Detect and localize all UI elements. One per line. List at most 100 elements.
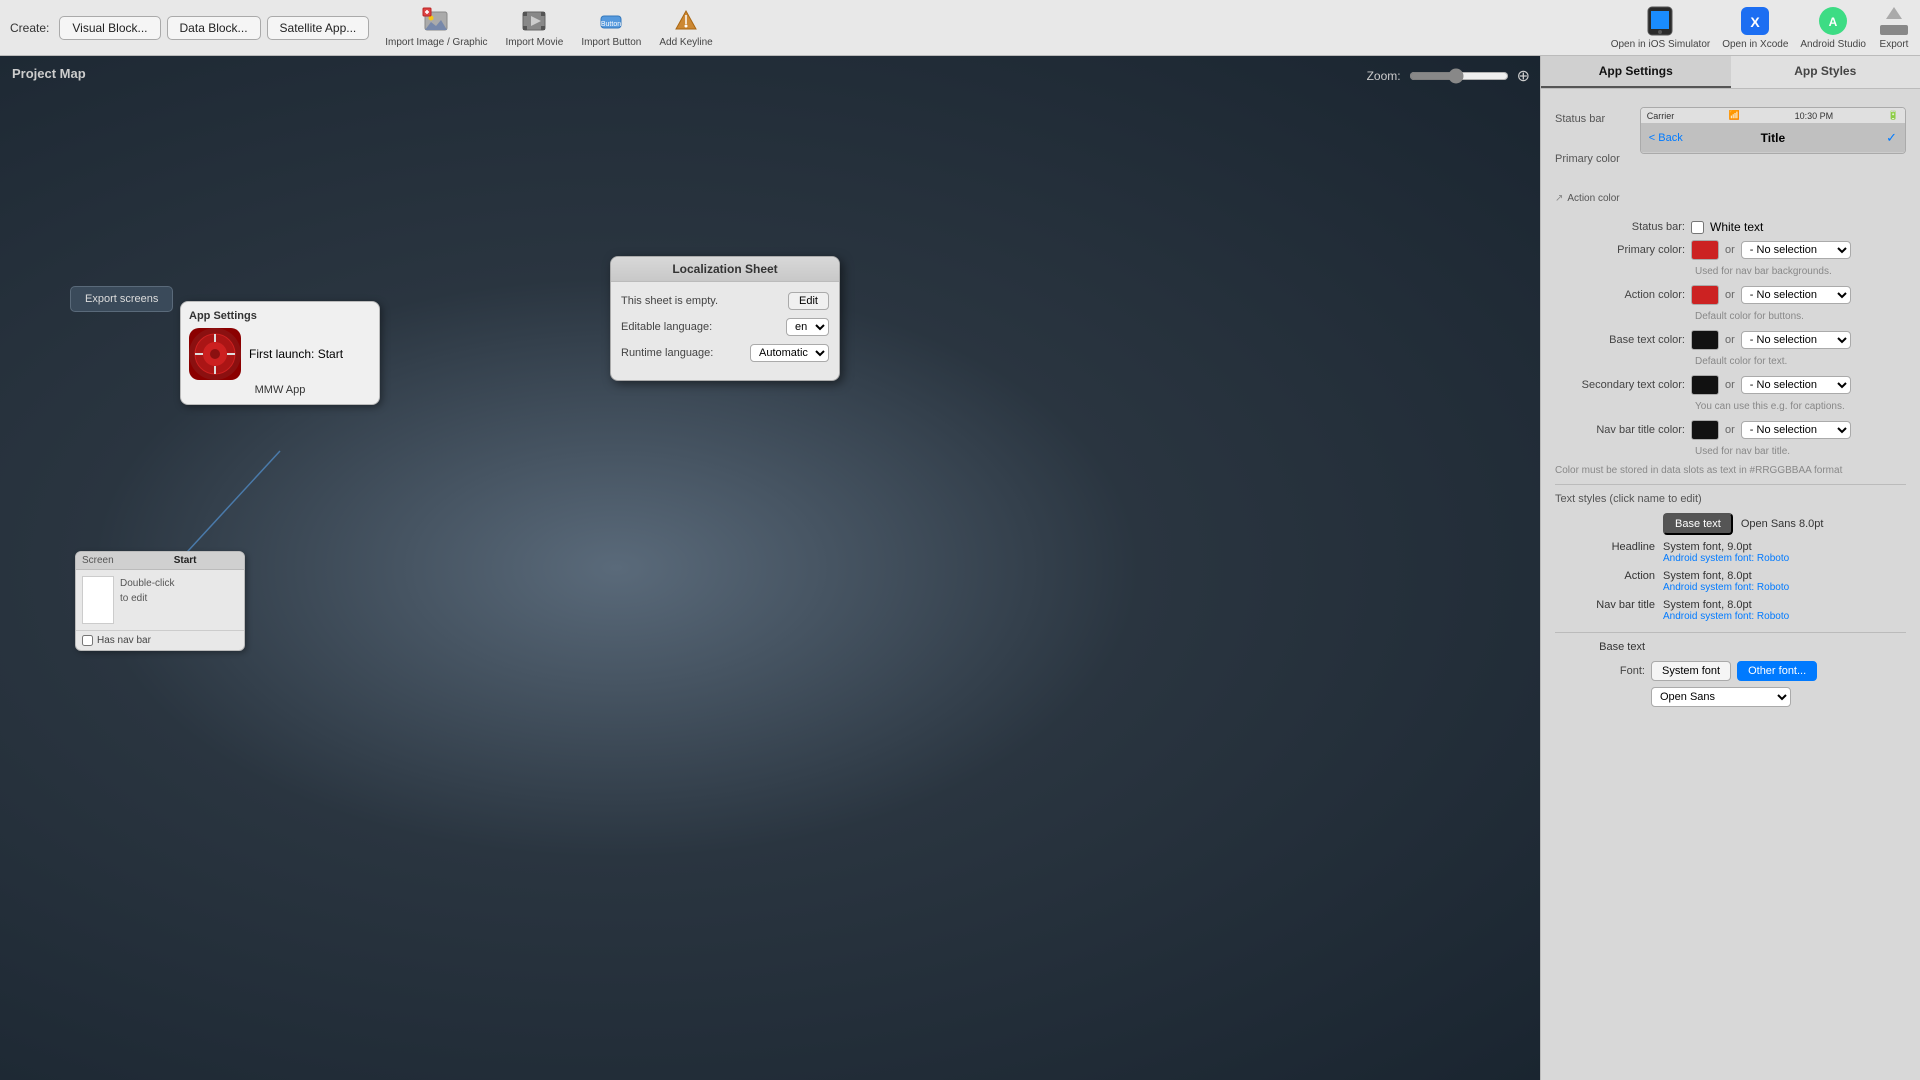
secondary-text-color-row: Secondary text color: or - No selection bbox=[1555, 375, 1906, 395]
nav-bar-title-color-row: Nav bar title color: or - No selection bbox=[1555, 420, 1906, 440]
screen-type-label: Screen bbox=[82, 555, 114, 566]
ios-battery: 🔋 bbox=[1888, 110, 1899, 121]
nav-bar-title-hint2: Color must be stored in data slots as te… bbox=[1555, 465, 1906, 476]
visual-block-button[interactable]: Visual Block... bbox=[59, 16, 160, 40]
ios-time: 10:30 PM bbox=[1795, 111, 1834, 121]
import-image-button[interactable]: Import Image / Graphic bbox=[385, 7, 487, 48]
primary-color-section-label: Primary color: bbox=[1555, 244, 1685, 256]
nav-bar-title-color-swatch[interactable] bbox=[1691, 420, 1719, 440]
import-button-label: Import Button bbox=[581, 37, 641, 48]
ios-nav-title: Title bbox=[1761, 131, 1785, 145]
action-color-select[interactable]: - No selection bbox=[1741, 286, 1851, 304]
secondary-text-hint: You can use this e.g. for captions. bbox=[1695, 401, 1906, 412]
font-select-row: Open Sans bbox=[1555, 687, 1906, 707]
open-ios-label: Open in iOS Simulator bbox=[1611, 39, 1711, 50]
nav-bar-title-style-font-info: System font, 8.0pt Android system font: … bbox=[1663, 599, 1789, 622]
other-font-button[interactable]: Other font... bbox=[1737, 661, 1817, 681]
export-button[interactable]: Export bbox=[1878, 5, 1910, 50]
ios-back-button: < Back bbox=[1649, 132, 1683, 144]
localization-dialog[interactable]: Localization Sheet This sheet is empty. … bbox=[610, 256, 840, 381]
nav-bar-title-select[interactable]: - No selection bbox=[1741, 421, 1851, 439]
screen-preview bbox=[82, 576, 114, 624]
app-settings-node-content: First launch: Start bbox=[189, 328, 371, 380]
import-movie-label: Import Movie bbox=[506, 37, 564, 48]
import-image-label: Import Image / Graphic bbox=[385, 37, 487, 48]
has-nav-bar-checkbox[interactable] bbox=[82, 635, 93, 646]
base-text-style-row: Base text Open Sans 8.0pt bbox=[1555, 513, 1906, 535]
white-text-label: White text bbox=[1710, 220, 1763, 234]
screen-node-footer: Has nav bar bbox=[76, 630, 244, 650]
nav-bar-title-style-name[interactable]: Nav bar title bbox=[1555, 599, 1655, 611]
add-keyline-label: Add Keyline bbox=[659, 37, 712, 48]
secondary-text-label: Secondary text color: bbox=[1555, 379, 1685, 391]
headline-style-name[interactable]: Headline bbox=[1555, 541, 1655, 553]
app-settings-node-title: App Settings bbox=[189, 310, 371, 322]
text-styles-title: Text styles (click name to edit) bbox=[1555, 493, 1906, 505]
create-label: Create: bbox=[10, 21, 49, 35]
ios-preview-container: Status bar Primary color ↗ Action color … bbox=[1555, 107, 1906, 204]
primary-color-select[interactable]: - No selection bbox=[1741, 241, 1851, 259]
action-or-label: or bbox=[1725, 289, 1735, 301]
action-color-swatch[interactable] bbox=[1691, 285, 1719, 305]
runtime-language-row: Runtime language: Automatic bbox=[621, 344, 829, 362]
zoom-in-icon[interactable]: ⊕ bbox=[1517, 66, 1530, 86]
base-text-color-select[interactable]: - No selection bbox=[1741, 331, 1851, 349]
export-screens-label: Export screens bbox=[85, 293, 158, 305]
zoom-slider[interactable] bbox=[1409, 68, 1509, 84]
export-label: Export bbox=[1880, 39, 1909, 50]
status-bar-label: Status bar bbox=[1555, 113, 1620, 125]
main-area: Project Map Zoom: ⊕ Export screens App S… bbox=[0, 56, 1920, 1080]
status-bar-row: Status bar: White text bbox=[1555, 220, 1906, 234]
action-color-indicator-label: Action color bbox=[1567, 193, 1619, 204]
right-panel: App Settings App Styles Status bar Prima… bbox=[1540, 56, 1920, 1080]
ios-status-bar: Carrier 📶 10:30 PM 🔋 bbox=[1641, 108, 1905, 123]
screen-info: Double-click to edit bbox=[120, 576, 174, 624]
data-block-button[interactable]: Data Block... bbox=[167, 16, 261, 40]
tab-app-styles[interactable]: App Styles bbox=[1731, 56, 1920, 88]
open-ios-simulator-button[interactable]: Open in iOS Simulator bbox=[1611, 5, 1711, 50]
localization-title: Localization Sheet bbox=[611, 257, 839, 282]
ios-nav-bar: < Back Title ✓ bbox=[1641, 123, 1905, 153]
canvas[interactable]: Project Map Zoom: ⊕ Export screens App S… bbox=[0, 56, 1540, 1080]
svg-text:A: A bbox=[1829, 15, 1838, 29]
secondary-text-select[interactable]: - No selection bbox=[1741, 376, 1851, 394]
tab-app-settings[interactable]: App Settings bbox=[1541, 56, 1731, 88]
font-select[interactable]: Open Sans bbox=[1651, 687, 1791, 707]
ios-nav-action: ✓ bbox=[1886, 130, 1897, 146]
open-xcode-button[interactable]: X Open in Xcode bbox=[1722, 5, 1788, 50]
screen-node[interactable]: Screen Start Double-click to edit Has na… bbox=[75, 551, 245, 651]
android-studio-button[interactable]: A Android Studio bbox=[1800, 5, 1866, 50]
export-screens-node[interactable]: Export screens bbox=[70, 286, 173, 312]
import-button-button[interactable]: Button Import Button bbox=[581, 7, 641, 48]
action-style-name[interactable]: Action bbox=[1555, 570, 1655, 582]
nav-bar-title-color-label: Nav bar title color: bbox=[1555, 424, 1685, 436]
panel-tabs: App Settings App Styles bbox=[1541, 56, 1920, 89]
divider1 bbox=[1555, 484, 1906, 485]
status-bar-section-label: Status bar: bbox=[1555, 221, 1685, 233]
action-style-row: Action System font, 8.0pt Android system… bbox=[1555, 570, 1906, 593]
secondary-text-color-swatch[interactable] bbox=[1691, 375, 1719, 395]
base-text-color-swatch[interactable] bbox=[1691, 330, 1719, 350]
white-text-checkbox[interactable] bbox=[1691, 221, 1704, 234]
app-settings-node[interactable]: App Settings Firs bbox=[180, 301, 380, 405]
primary-color-swatch[interactable] bbox=[1691, 240, 1719, 260]
runtime-language-label: Runtime language: bbox=[621, 347, 750, 359]
add-keyline-button[interactable]: Add Keyline bbox=[659, 7, 712, 48]
import-movie-button[interactable]: Import Movie bbox=[506, 7, 564, 48]
editable-language-select[interactable]: en bbox=[786, 318, 829, 336]
headline-font-info: System font, 9.0pt Android system font: … bbox=[1663, 541, 1789, 564]
system-font-button[interactable]: System font bbox=[1651, 661, 1731, 681]
has-nav-bar-label: Has nav bar bbox=[97, 635, 151, 646]
screen-node-header: Screen Start bbox=[76, 552, 244, 570]
svg-text:X: X bbox=[1751, 14, 1761, 30]
runtime-language-select[interactable]: Automatic bbox=[750, 344, 829, 362]
action-color-section-label: Action color: bbox=[1555, 289, 1685, 301]
localization-edit-button[interactable]: Edit bbox=[788, 292, 829, 310]
font-row: Font: System font Other font... bbox=[1555, 661, 1906, 681]
localization-empty-label: This sheet is empty. bbox=[621, 295, 788, 307]
satellite-app-button[interactable]: Satellite App... bbox=[267, 16, 370, 40]
base-text-color-hint: Default color for text. bbox=[1695, 356, 1906, 367]
base-text-active-button[interactable]: Base text bbox=[1663, 513, 1733, 535]
editable-language-label: Editable language: bbox=[621, 321, 786, 333]
base-text-font-info: Open Sans 8.0pt bbox=[1741, 518, 1824, 530]
